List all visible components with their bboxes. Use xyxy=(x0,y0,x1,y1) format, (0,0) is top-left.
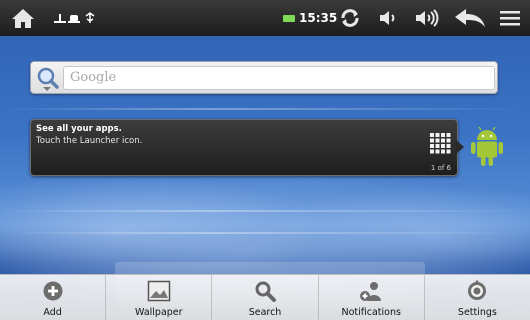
page-indicator: 1 of 6 xyxy=(430,164,451,172)
home-icon[interactable] xyxy=(8,0,38,36)
volume-up-icon[interactable] xyxy=(410,0,444,36)
search-icon xyxy=(253,280,277,302)
volume-down-icon[interactable] xyxy=(374,0,402,36)
menu-icon[interactable] xyxy=(496,0,524,36)
menu-item-label: Notifications xyxy=(341,307,401,318)
menu-item-add[interactable]: Add xyxy=(0,275,107,320)
menu-item-settings[interactable]: Settings xyxy=(425,275,530,320)
launcher-tip[interactable]: See all your apps. Touch the Launcher ic… xyxy=(30,119,458,176)
status-bar: 15:35 xyxy=(0,0,530,36)
status-time: 15:35 xyxy=(299,11,338,25)
google-search-widget[interactable]: Google xyxy=(30,61,498,94)
options-menu: Add Wallpaper Search Notifications Setti… xyxy=(0,274,530,320)
menu-item-label: Search xyxy=(248,307,282,318)
back-icon[interactable] xyxy=(450,0,490,36)
search-input[interactable]: Google xyxy=(63,66,495,90)
settings-icon xyxy=(465,280,489,302)
notifications-icon xyxy=(359,280,383,302)
tip-body: Touch the Launcher icon. xyxy=(36,136,143,146)
menu-item-label: Add xyxy=(43,307,62,318)
add-icon xyxy=(41,280,65,302)
battery-icon xyxy=(282,0,296,36)
menu-item-wallpaper[interactable]: Wallpaper xyxy=(106,275,213,320)
wallpaper-icon xyxy=(147,280,171,302)
tip-pointer xyxy=(456,140,464,154)
menu-item-search[interactable]: Search xyxy=(212,275,319,320)
chevron-down-icon[interactable] xyxy=(43,87,51,91)
sync-icon xyxy=(336,0,364,36)
menu-item-label: Settings xyxy=(457,307,497,318)
launcher-grid-icon xyxy=(429,132,451,154)
notification-icons xyxy=(50,0,102,36)
menu-item-label: Wallpaper xyxy=(135,307,183,318)
android-icon[interactable] xyxy=(470,126,504,170)
tip-title: See all your apps. xyxy=(36,124,122,134)
menu-item-notifications[interactable]: Notifications xyxy=(319,275,425,320)
